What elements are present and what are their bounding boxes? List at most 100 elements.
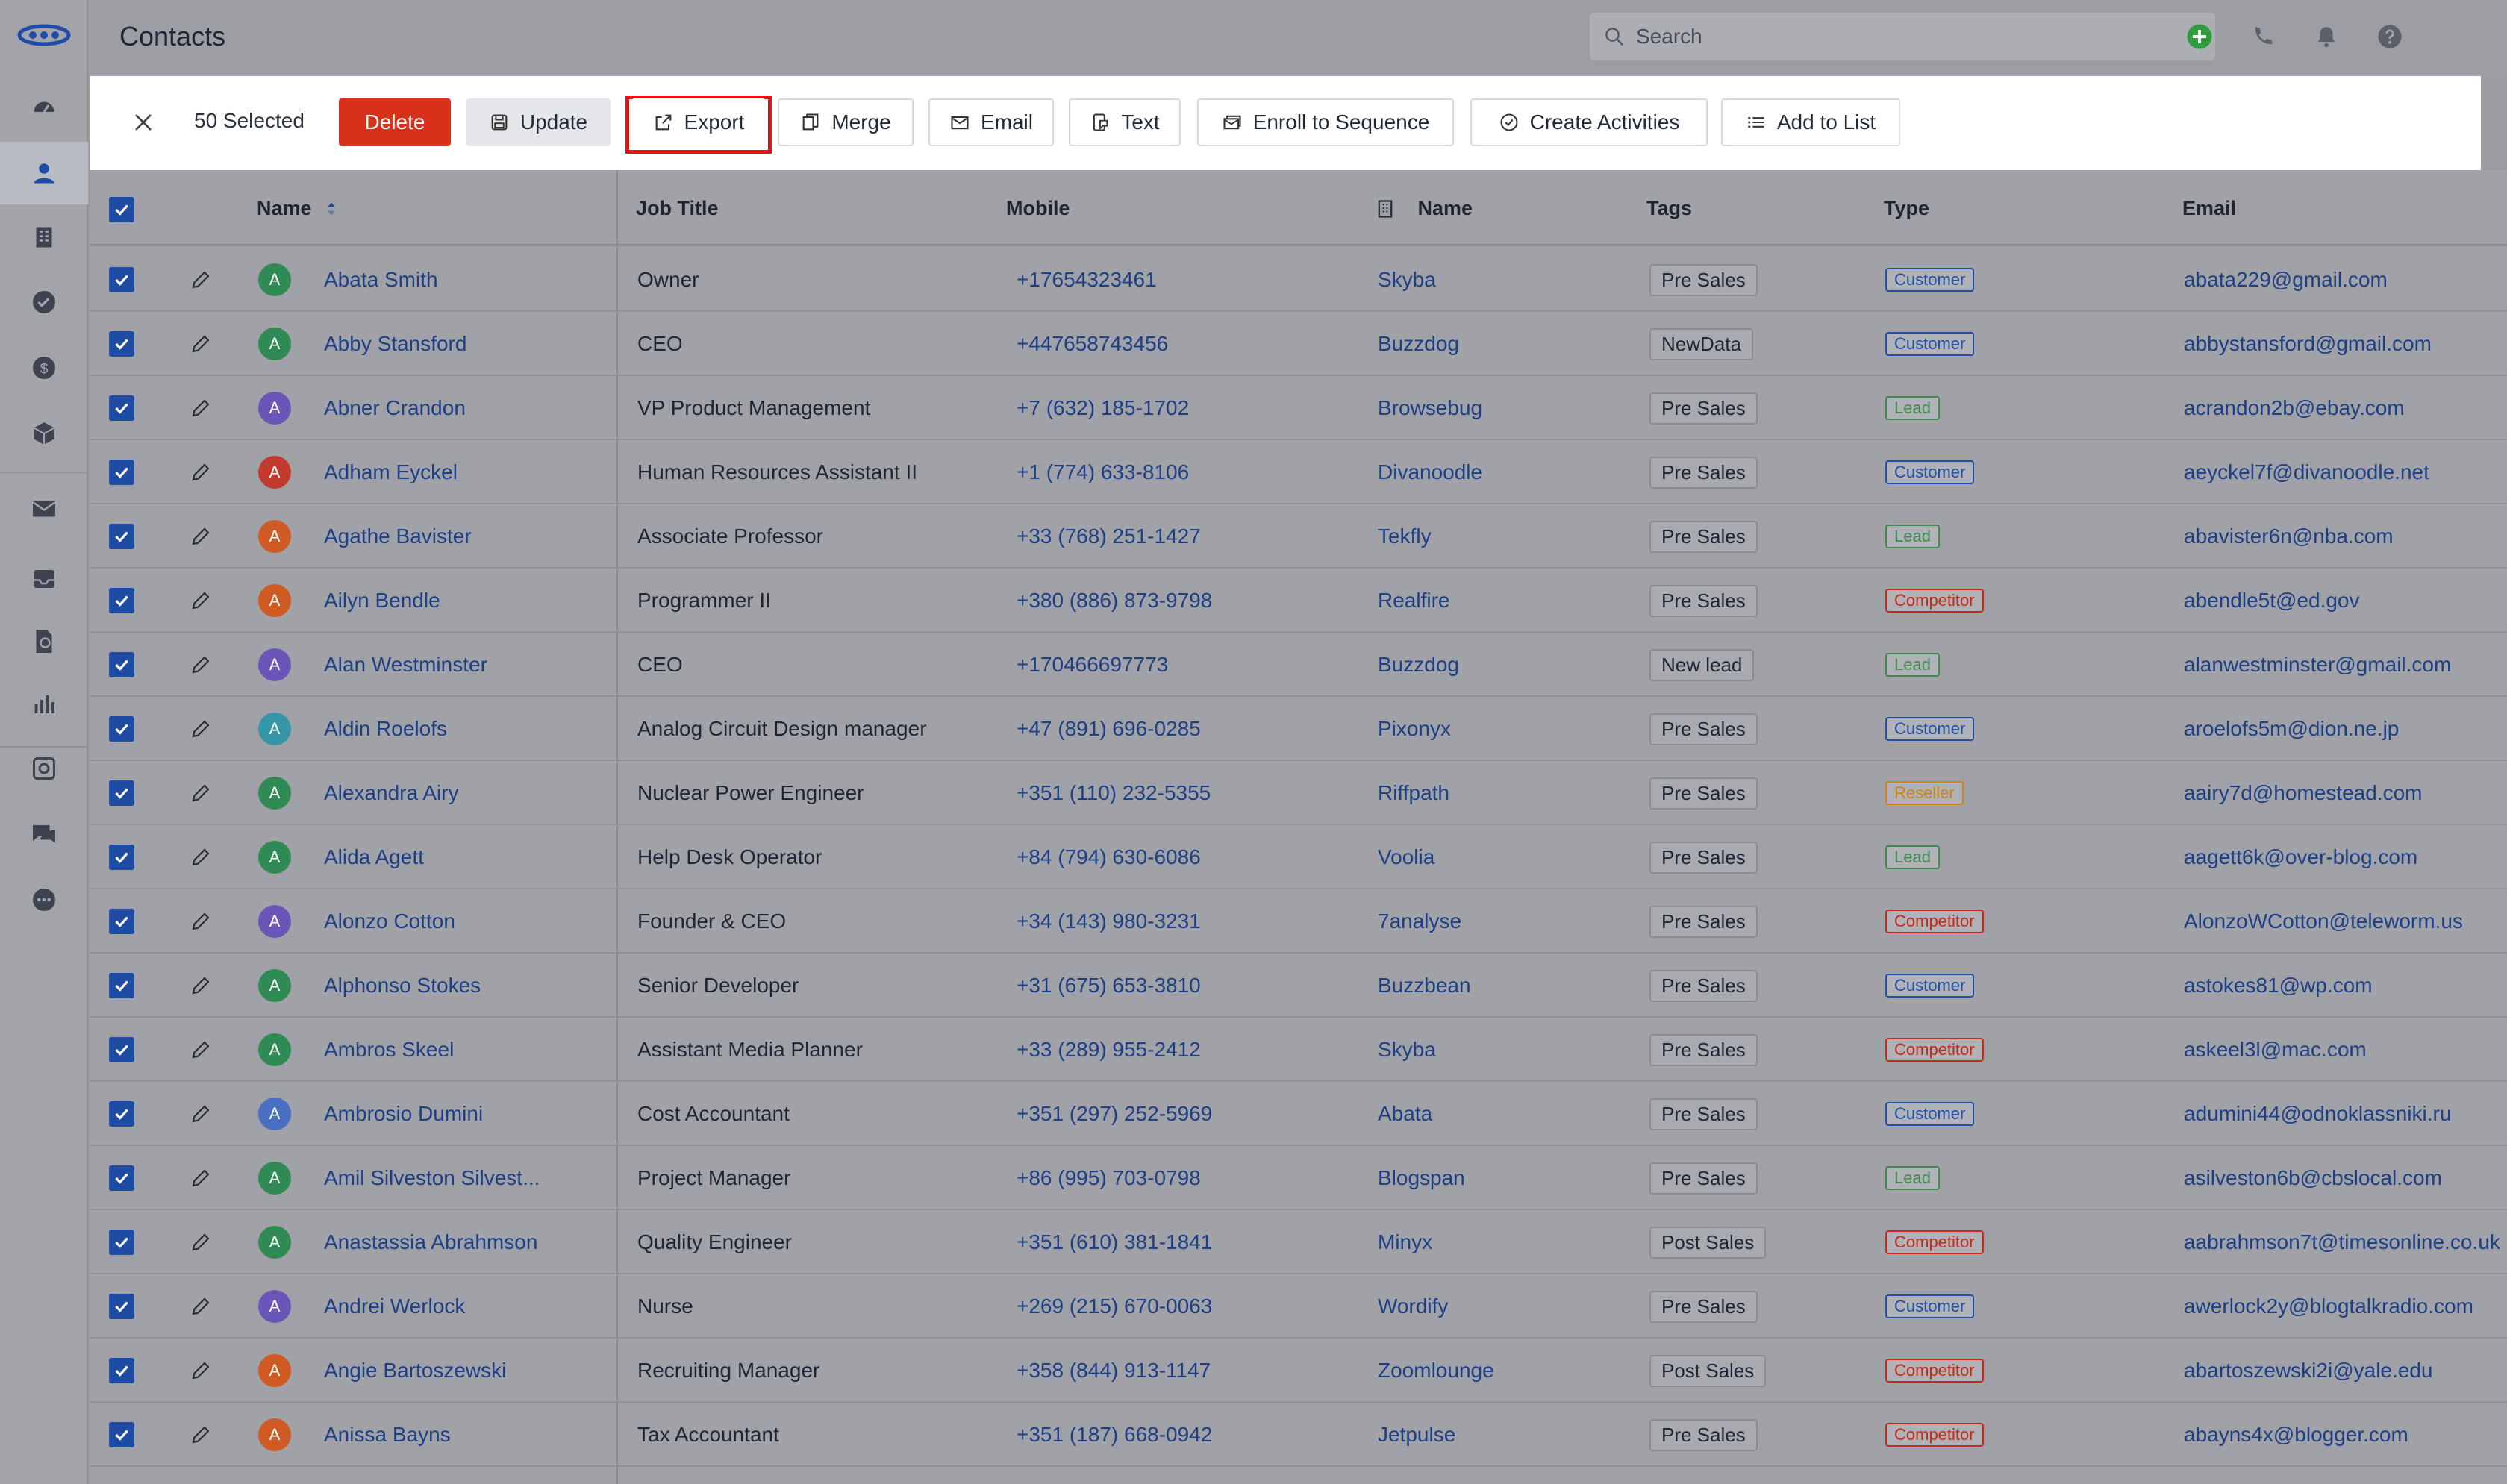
company-link[interactable]: Realfire xyxy=(1378,569,1449,633)
table-row[interactable]: A Ambrosio Dumini Cost Accountant +351 (297… xyxy=(90,1082,2507,1146)
edit-row-button[interactable] xyxy=(190,248,212,312)
edit-row-button[interactable] xyxy=(190,1403,212,1467)
contact-name-link[interactable]: Alexandra Airy xyxy=(324,761,459,825)
edit-row-button[interactable] xyxy=(190,504,212,569)
edit-row-button[interactable] xyxy=(190,1018,212,1082)
row-checkbox[interactable] xyxy=(109,1146,134,1210)
mobile-link[interactable]: +380 (886) 873-9798 xyxy=(1017,569,1212,633)
email-link[interactable]: aroelofs5m@dion.ne.jp xyxy=(2184,697,2399,761)
row-checkbox[interactable] xyxy=(109,1339,134,1403)
table-row[interactable]: A Abner Crandon VP Product Management +7 (6… xyxy=(90,376,2507,440)
column-header-mobile[interactable]: Mobile xyxy=(1006,197,1070,220)
edit-row-button[interactable] xyxy=(190,697,212,761)
contact-name-link[interactable]: Abata Smith xyxy=(324,248,438,312)
company-link[interactable]: Abata xyxy=(1378,1082,1432,1146)
table-row[interactable]: A Ailyn Bendle Programmer II +380 (886) 873… xyxy=(90,569,2507,633)
contact-name-link[interactable]: Ailyn Bendle xyxy=(324,569,440,633)
close-selection-button[interactable] xyxy=(127,106,160,139)
rail-item-deals[interactable]: $ xyxy=(0,336,88,399)
row-checkbox[interactable] xyxy=(109,889,134,954)
mobile-link[interactable]: +447658743456 xyxy=(1017,312,1168,376)
row-checkbox[interactable] xyxy=(109,825,134,889)
column-header-name[interactable]: Name xyxy=(257,197,337,220)
contact-name-link[interactable]: Alphonso Stokes xyxy=(324,954,481,1018)
contact-name-link[interactable]: Aldin Roelofs xyxy=(324,697,447,761)
mobile-link[interactable]: +7 (632) 185-1702 xyxy=(1017,376,1189,440)
contact-name-link[interactable]: Abby Stansford xyxy=(324,312,466,376)
rail-item-inbox[interactable] xyxy=(0,548,88,610)
app-logo-icon[interactable] xyxy=(16,22,72,48)
rail-item-products[interactable] xyxy=(0,402,88,465)
company-link[interactable]: Pixonyx xyxy=(1378,697,1451,761)
email-link[interactable]: asilveston6b@cbslocal.com xyxy=(2184,1146,2442,1210)
email-link[interactable]: aeyckel7f@divanoodle.net xyxy=(2184,440,2429,504)
contact-name-link[interactable]: Amil Silveston Silvest... xyxy=(324,1146,540,1210)
update-button[interactable]: Update xyxy=(466,98,611,146)
rail-item-mail[interactable] xyxy=(0,478,88,540)
edit-row-button[interactable] xyxy=(190,1339,212,1403)
help-icon[interactable] xyxy=(2374,21,2405,52)
table-row[interactable]: A Andrei Werlock Nurse +269 (215) 670-0063 W… xyxy=(90,1274,2507,1339)
row-checkbox[interactable] xyxy=(109,1210,134,1274)
create-activities-button[interactable]: Create Activities xyxy=(1470,98,1708,146)
table-row[interactable]: A Adham Eyckel Human Resources Assistant I… xyxy=(90,440,2507,504)
add-icon[interactable] xyxy=(2184,21,2215,52)
edit-row-button[interactable] xyxy=(190,569,212,633)
rail-item-contacts[interactable] xyxy=(0,142,88,204)
company-link[interactable]: Minyx xyxy=(1378,1210,1432,1274)
edit-row-button[interactable] xyxy=(190,954,212,1018)
table-row[interactable]: A Aldin Roelofs Analog Circuit Design mana… xyxy=(90,697,2507,761)
merge-button[interactable]: Merge xyxy=(778,98,914,146)
select-all-checkbox[interactable] xyxy=(109,197,134,222)
edit-row-button[interactable] xyxy=(190,1082,212,1146)
row-checkbox[interactable] xyxy=(109,504,134,569)
email-link[interactable]: askeel3l@mac.com xyxy=(2184,1018,2367,1082)
edit-row-button[interactable] xyxy=(190,825,212,889)
table-row[interactable]: A Alida Agett Help Desk Operator +84 (794) … xyxy=(90,825,2507,889)
email-link[interactable]: aairy7d@homestead.com xyxy=(2184,761,2422,825)
rail-item-documents[interactable] xyxy=(0,610,88,673)
edit-row-button[interactable] xyxy=(190,376,212,440)
contact-name-link[interactable]: Abner Crandon xyxy=(324,376,466,440)
company-link[interactable]: Browsebug xyxy=(1378,376,1482,440)
table-row[interactable]: A Anissa Bayns Tax Accountant +351 (187) 66… xyxy=(90,1403,2507,1467)
company-link[interactable]: Skyba xyxy=(1378,1018,1436,1082)
company-link[interactable]: Voolia xyxy=(1378,825,1434,889)
enroll-to-sequence-button[interactable]: Enroll to Sequence xyxy=(1197,98,1454,146)
email-link[interactable]: alanwestminster@gmail.com xyxy=(2184,633,2451,697)
contact-name-link[interactable]: Ambrosio Dumini xyxy=(324,1082,483,1146)
company-link[interactable]: Wordify xyxy=(1378,1274,1448,1339)
column-header-company[interactable]: Name xyxy=(1375,197,1473,220)
mobile-link[interactable]: +358 (844) 913-1147 xyxy=(1017,1339,1211,1403)
mobile-link[interactable]: +33 (768) 251-1427 xyxy=(1017,504,1201,569)
table-row[interactable]: A Ambros Skeel Assistant Media Planner +33 … xyxy=(90,1018,2507,1082)
mobile-link[interactable]: +86 (995) 703-0798 xyxy=(1017,1146,1201,1210)
table-row[interactable]: A Anastassia Abrahmson Quality Engineer +35… xyxy=(90,1210,2507,1274)
export-button[interactable]: Export xyxy=(631,98,766,146)
mobile-link[interactable]: +351 (110) 232-5355 xyxy=(1017,761,1211,825)
mobile-link[interactable]: +34 (143) 980-3231 xyxy=(1017,889,1201,954)
email-link[interactable]: acrandon2b@ebay.com xyxy=(2184,376,2405,440)
table-row[interactable]: A Alonzo Cotton Founder & CEO +34 (143) 980… xyxy=(90,889,2507,954)
table-row[interactable]: A Amil Silveston Silvest... Project Manage… xyxy=(90,1146,2507,1210)
table-row[interactable]: A Alexandra Airy Nuclear Power Engineer +35… xyxy=(90,761,2507,825)
column-header-tags[interactable]: Tags xyxy=(1646,197,1692,220)
mobile-link[interactable]: +170466697773 xyxy=(1017,633,1168,697)
contact-name-link[interactable]: Ambros Skeel xyxy=(324,1018,454,1082)
email-link[interactable]: astokes81@wp.com xyxy=(2184,954,2373,1018)
email-button[interactable]: Email xyxy=(928,98,1054,146)
mobile-link[interactable]: +351 (297) 252-5969 xyxy=(1017,1082,1212,1146)
edit-row-button[interactable] xyxy=(190,1210,212,1274)
row-checkbox[interactable] xyxy=(109,312,134,376)
edit-row-button[interactable] xyxy=(190,440,212,504)
email-link[interactable]: abendle5t@ed.gov xyxy=(2184,569,2360,633)
email-link[interactable]: aabrahmson7t@timesonline.co.uk xyxy=(2184,1210,2500,1274)
email-link[interactable]: abbystansford@gmail.com xyxy=(2184,312,2432,376)
row-checkbox[interactable] xyxy=(109,1403,134,1467)
rail-item-tasks[interactable] xyxy=(0,271,88,334)
email-link[interactable]: abayns4x@blogger.com xyxy=(2184,1403,2408,1467)
column-header-job-title[interactable]: Job Title xyxy=(636,197,719,220)
row-checkbox[interactable] xyxy=(109,954,134,1018)
email-link[interactable]: aagett6k@over-blog.com xyxy=(2184,825,2417,889)
mobile-link[interactable]: +1 (774) 633-8106 xyxy=(1017,440,1189,504)
